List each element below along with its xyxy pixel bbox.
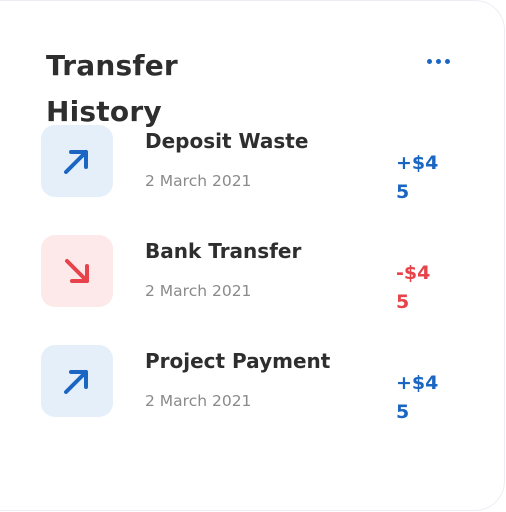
transaction-date: 2 March 2021	[145, 172, 252, 190]
more-options-button[interactable]	[420, 49, 456, 73]
transaction-name: Deposit Waste	[145, 129, 309, 153]
more-horizontal-icon	[435, 58, 441, 64]
arrow-up-right-icon	[64, 370, 88, 394]
transaction-item[interactable]: Project Payment 2 March 2021 +$45	[40, 345, 460, 423]
more-horizontal-icon	[426, 58, 432, 64]
transaction-name: Project Payment	[145, 349, 331, 373]
arrow-down-right-icon	[65, 259, 89, 283]
transaction-icon-container	[41, 125, 113, 197]
transaction-icon-container	[41, 235, 113, 307]
transaction-item[interactable]: Deposit Waste 2 March 2021 +$45	[40, 125, 460, 203]
transaction-date: 2 March 2021	[145, 392, 252, 410]
card-title: Transfer History	[46, 49, 178, 128]
transaction-amount: -$45	[396, 262, 431, 313]
transaction-name: Bank Transfer	[145, 239, 302, 263]
transaction-icon-container	[41, 345, 113, 417]
transaction-amount: +$45	[396, 372, 439, 423]
transaction-date: 2 March 2021	[145, 282, 252, 300]
transfer-history-card: Transfer History Deposit Waste 2 March 2…	[0, 0, 505, 511]
transaction-item[interactable]: Bank Transfer 2 March 2021 -$45	[40, 235, 460, 313]
more-horizontal-icon	[444, 58, 450, 64]
arrow-up-right-icon	[64, 150, 88, 174]
transaction-amount: +$45	[396, 152, 439, 203]
